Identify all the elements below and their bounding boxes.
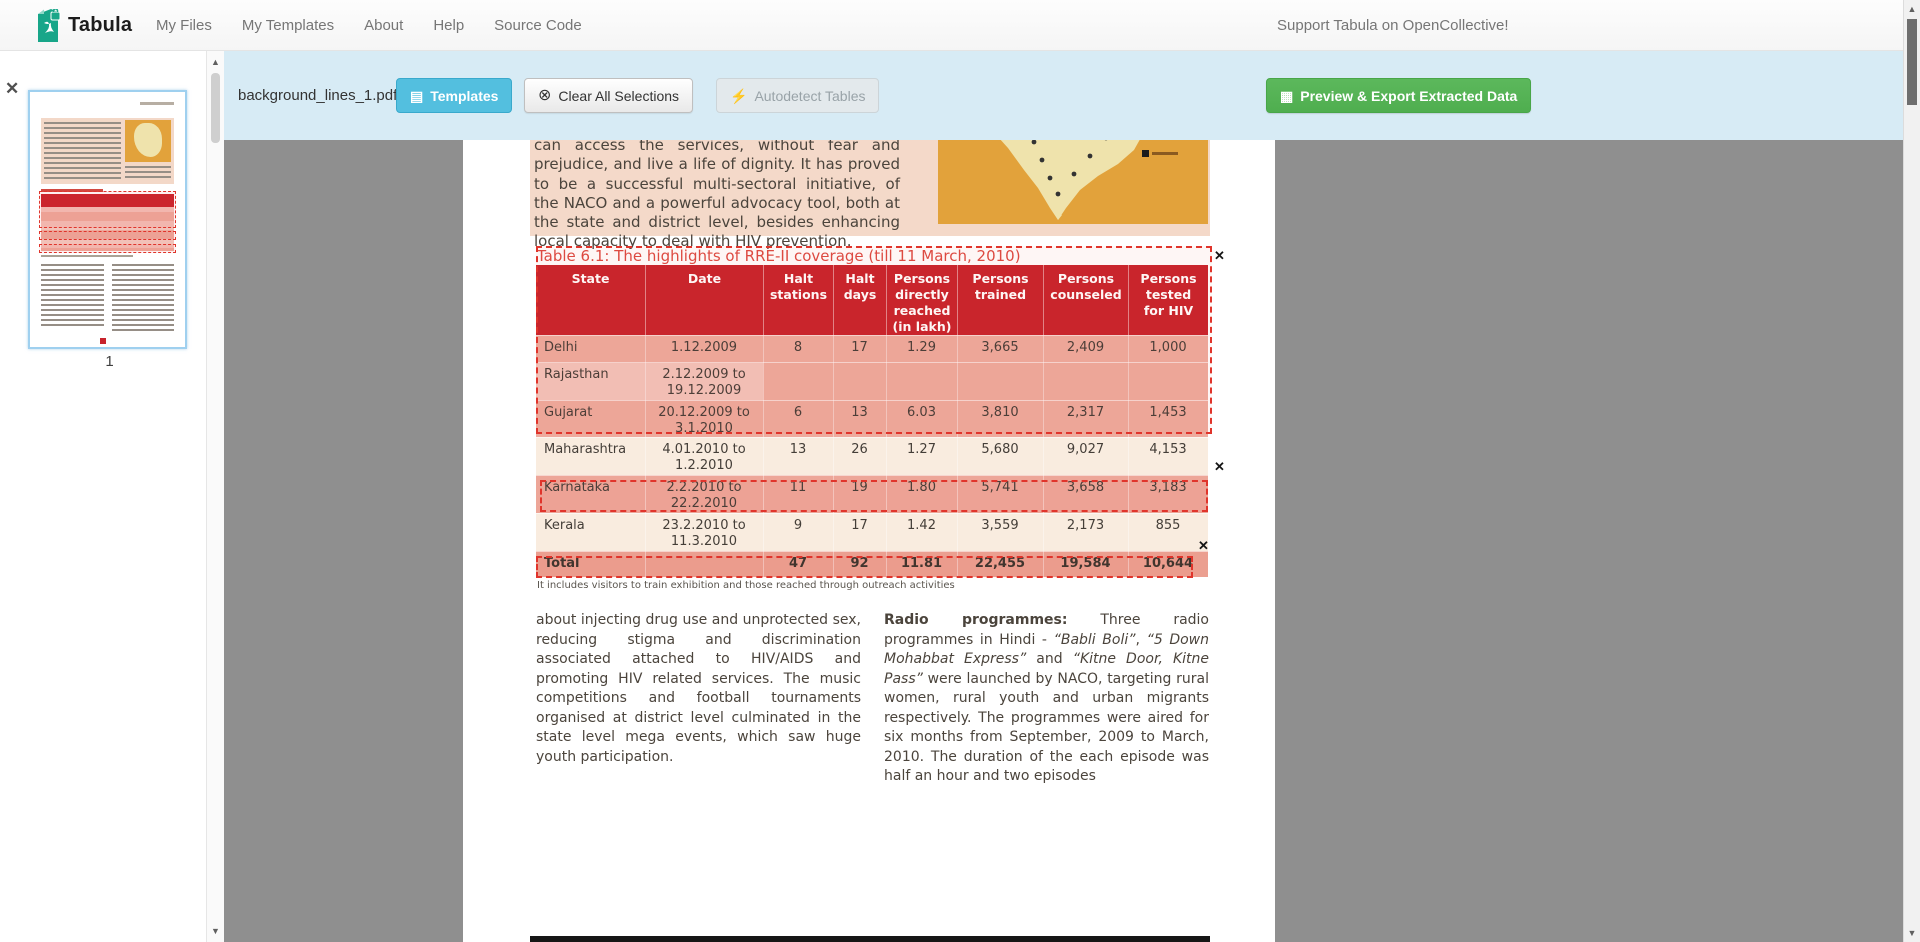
table-selection-region[interactable] (540, 480, 1208, 512)
table-row: Kerala23.2.2010 to 11.3.20109171.423,559… (536, 513, 1208, 551)
text-segment: “Babli Boli” (1054, 632, 1136, 648)
page-thumbnail-sidebar: ✕ 1 ▲ ▼ (0, 51, 224, 942)
thumbnail-header-line (140, 102, 174, 105)
thumbnail-footnote-line (41, 255, 133, 257)
text-segment: Radio programmes: (884, 612, 1067, 628)
thumbnail-text-column (41, 264, 104, 326)
page-number-label: 1 (28, 353, 191, 370)
thumbnail-page-marker (100, 338, 106, 344)
remove-page-icon[interactable]: ✕ (5, 79, 19, 99)
pdf-paragraph-text: can access the services, without fear an… (534, 140, 900, 252)
table-selection-region[interactable] (536, 246, 1212, 434)
nav-link-about[interactable]: About (364, 17, 403, 34)
brand-title: Tabula (68, 0, 132, 50)
selection-close-icon[interactable]: ✕ (1198, 539, 1209, 552)
table-grid-icon: ▦ (1280, 89, 1293, 103)
tabula-app: Tabula My Files My Templates About Help Sour… (0, 0, 1920, 942)
table-cell: 5,680 (957, 442, 1043, 458)
table-cell: Kerala (536, 518, 645, 534)
thumbnail-selection (39, 231, 176, 240)
page-thumbnail[interactable] (28, 90, 187, 349)
text-segment: were launched by NACO, targeting rural w… (884, 671, 1209, 785)
tabula-logo-icon (34, 9, 62, 42)
text-segment: , (1136, 632, 1147, 648)
preview-export-button[interactable]: ▦ Preview & Export Extracted Data (1266, 78, 1531, 113)
text-segment: and (1026, 651, 1072, 667)
table-cell: 855 (1128, 518, 1208, 534)
table-cell: 9 (763, 518, 833, 534)
table-cell: 1.42 (886, 518, 957, 534)
thumbnail-selection (39, 244, 176, 253)
document-filename: background_lines_1.pdf (238, 51, 397, 140)
selection-close-icon[interactable]: ✕ (1214, 460, 1225, 473)
templates-button[interactable]: ▤ Templates (396, 78, 512, 113)
document-toolbar: background_lines_1.pdf ▤ Templates ⊗ Cle… (224, 51, 1903, 140)
india-map-figure (938, 140, 1208, 224)
table-selection-region[interactable] (536, 556, 1193, 578)
sidebar-scrollbar-thumb[interactable] (211, 73, 220, 143)
support-link[interactable]: Support Tabula on OpenCollective! (1277, 0, 1509, 50)
thumbnail-selection (39, 191, 176, 228)
templates-button-label: Templates (430, 88, 498, 104)
selection-close-icon[interactable]: ✕ (1214, 249, 1225, 262)
clear-all-selections-button[interactable]: ⊗ Clear All Selections (524, 78, 693, 113)
table-cell: 17 (833, 518, 886, 534)
body-text-right-column: Radio programmes: Three radio programmes… (884, 611, 1209, 787)
table-row: Maharashtra4.01.2010 to 1.2.201013261.27… (536, 437, 1208, 475)
thumbnail-map (125, 120, 171, 162)
table-cell: 2,173 (1043, 518, 1128, 534)
pdf-page[interactable]: can access the services, without fear an… (463, 140, 1275, 942)
clear-selections-icon: ⊗ (538, 88, 551, 104)
table-cell: 26 (833, 442, 886, 458)
thumbnail-text-column (112, 264, 174, 332)
browser-scrollbar[interactable]: ▲ ▼ (1903, 0, 1920, 942)
thumbnail-paragraph-block (41, 118, 174, 184)
nav-link-my-files[interactable]: My Files (156, 17, 212, 34)
export-button-label: Preview & Export Extracted Data (1300, 88, 1517, 104)
browser-scrollbar-thumb[interactable] (1907, 19, 1917, 105)
scroll-down-icon[interactable]: ▼ (1904, 928, 1920, 938)
autodetect-button-label: Autodetect Tables (754, 88, 865, 104)
thumbnail-map-land (134, 123, 162, 157)
top-navbar: Tabula My Files My Templates About Help Sour… (0, 0, 1920, 51)
autodetect-tables-button[interactable]: ⚡ Autodetect Tables (716, 78, 879, 113)
nav-link-source-code[interactable]: Source Code (494, 17, 582, 34)
table-cell: 9,027 (1043, 442, 1128, 458)
table-cell: 1.27 (886, 442, 957, 458)
table-cell: 23.2.2010 to 11.3.2010 (645, 518, 763, 550)
table-footnote: It includes visitors to train exhibition… (537, 580, 955, 591)
page-footer-rule (530, 936, 1210, 942)
lightning-icon: ⚡ (730, 89, 747, 103)
clear-button-label: Clear All Selections (558, 88, 679, 104)
pdf-viewer-area: can access the services, without fear an… (224, 140, 1903, 942)
table-cell: 13 (763, 442, 833, 458)
thumbnail-text-lines (125, 166, 171, 180)
sidebar-scrollbar[interactable]: ▲ ▼ (206, 51, 224, 942)
table-cell: 4,153 (1128, 442, 1208, 458)
body-text-left-column: about injecting drug use and unprotected… (536, 611, 861, 767)
scroll-up-icon[interactable]: ▲ (207, 57, 224, 67)
table-cell: 4.01.2010 to 1.2.2010 (645, 442, 763, 474)
scroll-down-icon[interactable]: ▼ (207, 926, 224, 936)
nav-link-my-templates[interactable]: My Templates (242, 17, 334, 34)
table-cell: Maharashtra (536, 442, 645, 458)
nav-link-help[interactable]: Help (433, 17, 464, 34)
table-cell: 3,559 (957, 518, 1043, 534)
thumbnail-text-lines (44, 122, 121, 180)
scroll-up-icon[interactable]: ▲ (1904, 4, 1920, 14)
template-icon: ▤ (410, 89, 423, 103)
nav-links: My Files My Templates About Help Source Code (156, 0, 582, 50)
